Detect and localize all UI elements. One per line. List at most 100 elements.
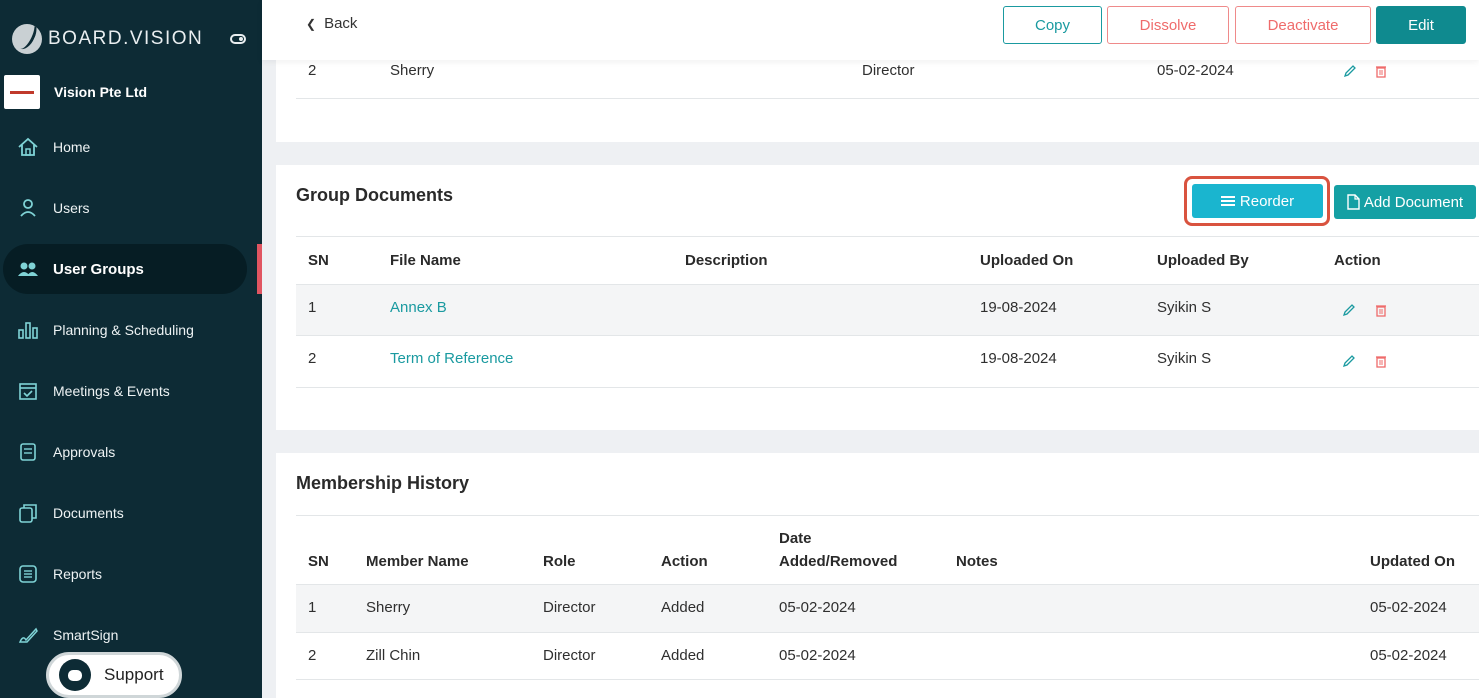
edit-icon[interactable] <box>1342 303 1356 317</box>
calendar-icon <box>17 381 39 401</box>
updated-on-cell: 05-02-2024 <box>1370 647 1447 664</box>
uploaded-by-cell: Syikin S <box>1157 299 1212 316</box>
sidebar-item-label: User Groups <box>53 260 144 278</box>
member-name-cell: Zill Chin <box>366 647 421 664</box>
chat-icon <box>59 659 91 691</box>
action-cell: Added <box>661 647 705 664</box>
approval-doc-icon <box>17 442 39 462</box>
col-description: Description <box>685 252 768 269</box>
sidebar-item-planning[interactable]: Planning & Scheduling <box>0 305 262 355</box>
reorder-label: Reorder <box>1239 192 1295 210</box>
list-icon <box>1220 196 1235 206</box>
table-header: SN File Name Description Uploaded On Upl… <box>296 236 1479 285</box>
brand-logo[interactable]: BOARD.VISION <box>12 24 252 54</box>
sidebar-item-label: Reports <box>53 566 103 582</box>
home-icon <box>17 137 39 157</box>
sidebar-item-documents[interactable]: Documents <box>0 488 262 538</box>
sidebar-item-label: Users <box>53 200 90 216</box>
top-bar: ❮ Back Copy Dissolve Deactivate Edit <box>262 0 1479 60</box>
sidebar-item-reports[interactable]: Reports <box>0 549 262 599</box>
members-card: 2 Sherry Director 05-02-2024 <box>276 58 1479 142</box>
add-document-button[interactable]: Add Document <box>1334 185 1476 219</box>
section-title: Group Documents <box>296 185 454 205</box>
table-row: 2 Zill Chin Director Added 05-02-2024 05… <box>296 633 1479 680</box>
uploaded-on-cell: 19-08-2024 <box>980 299 1057 316</box>
sidebar-item-label: Documents <box>53 505 124 521</box>
sn-cell: 2 <box>308 62 317 79</box>
user-group-icon <box>17 259 39 279</box>
sidebar-item-label: Meetings & Events <box>53 383 170 399</box>
deactivate-button[interactable]: Deactivate <box>1235 6 1371 44</box>
reorder-highlight: Reorder <box>1184 176 1330 226</box>
date-cell: 05-02-2024 <box>1157 62 1234 79</box>
board-vision-logo-icon <box>12 24 42 54</box>
sn-cell: 2 <box>308 647 317 664</box>
sidebar-item-meetings[interactable]: Meetings & Events <box>0 366 262 416</box>
table-row: 1 Sherry Director Added 05-02-2024 05-02… <box>296 585 1479 633</box>
active-indicator <box>257 244 262 294</box>
edit-icon[interactable] <box>1342 354 1356 368</box>
delete-icon[interactable] <box>1374 64 1388 78</box>
org-switcher[interactable]: Vision Pte Ltd <box>4 73 147 111</box>
col-sn: SN <box>308 252 329 269</box>
col-file-name: File Name <box>390 252 461 269</box>
table-row: 2 Sherry Director 05-02-2024 <box>296 58 1479 99</box>
sidebar-item-users[interactable]: Users <box>0 183 262 233</box>
sidebar-item-label: Home <box>53 139 91 155</box>
group-documents-card: Group Documents Reorder Add Document SN … <box>276 165 1479 430</box>
role-cell: Director <box>543 599 596 616</box>
sidebar-toggle-icon[interactable] <box>230 34 246 44</box>
col-role: Role <box>543 553 576 570</box>
delete-icon[interactable] <box>1374 303 1388 317</box>
user-icon <box>17 198 39 218</box>
col-date: Date <box>779 530 812 547</box>
file-name-link[interactable]: Annex B <box>390 299 447 316</box>
date-cell: 05-02-2024 <box>779 647 856 664</box>
role-cell: Director <box>862 62 915 79</box>
table-row: 1 Annex B 19-08-2024 Syikin S <box>296 285 1479 336</box>
report-icon <box>17 564 39 584</box>
role-cell: Director <box>543 647 596 664</box>
support-label: Support <box>104 665 164 684</box>
chart-bars-icon <box>17 320 39 340</box>
table-row: 2 Term of Reference 19-08-2024 Syikin S <box>296 336 1479 388</box>
uploaded-on-cell: 19-08-2024 <box>980 350 1057 367</box>
delete-icon[interactable] <box>1374 354 1388 368</box>
pen-sign-icon <box>17 625 39 645</box>
sidebar-item-home[interactable]: Home <box>0 122 262 172</box>
sn-cell: 1 <box>308 599 317 616</box>
file-icon <box>1347 194 1360 210</box>
section-title: Membership History <box>296 473 470 493</box>
col-uploaded-by: Uploaded By <box>1157 252 1249 269</box>
sidebar-item-approvals[interactable]: Approvals <box>0 427 262 477</box>
sn-cell: 2 <box>308 350 317 367</box>
chevron-left-icon: ❮ <box>306 17 317 31</box>
membership-history-card: Membership History SN Member Name Role A… <box>276 453 1479 698</box>
col-sn: SN <box>308 553 329 570</box>
reorder-button[interactable]: Reorder <box>1192 184 1323 218</box>
col-notes: Notes <box>956 553 998 570</box>
uploaded-by-cell: Syikin S <box>1157 350 1212 367</box>
sidebar-item-label: Planning & Scheduling <box>53 322 194 338</box>
sidebar-item-label: SmartSign <box>53 627 119 643</box>
member-name-cell: Sherry <box>390 62 435 79</box>
edit-icon[interactable] <box>1343 64 1357 78</box>
member-name-cell: Sherry <box>366 599 411 616</box>
brand-name: BOARD.VISION <box>48 28 204 49</box>
sidebar-item-user-groups[interactable]: User Groups <box>0 244 262 294</box>
file-name-link[interactable]: Term of Reference <box>390 350 513 367</box>
col-action: Action <box>661 553 708 570</box>
table-header: SN Member Name Role Action Date Added/Re… <box>296 515 1479 585</box>
edit-button[interactable]: Edit <box>1376 6 1466 44</box>
org-name: Vision Pte Ltd <box>54 84 148 100</box>
sidebar-item-label: Approvals <box>53 444 116 460</box>
support-button[interactable]: Support <box>46 652 182 698</box>
col-member-name: Member Name <box>366 553 469 570</box>
back-button[interactable]: ❮ Back <box>306 15 365 32</box>
col-uploaded-on: Uploaded On <box>980 252 1074 269</box>
dissolve-button[interactable]: Dissolve <box>1107 6 1229 44</box>
date-cell: 05-02-2024 <box>779 599 856 616</box>
documents-icon <box>17 503 39 523</box>
col-updated-on: Updated On <box>1370 553 1455 570</box>
copy-button[interactable]: Copy <box>1003 6 1102 44</box>
